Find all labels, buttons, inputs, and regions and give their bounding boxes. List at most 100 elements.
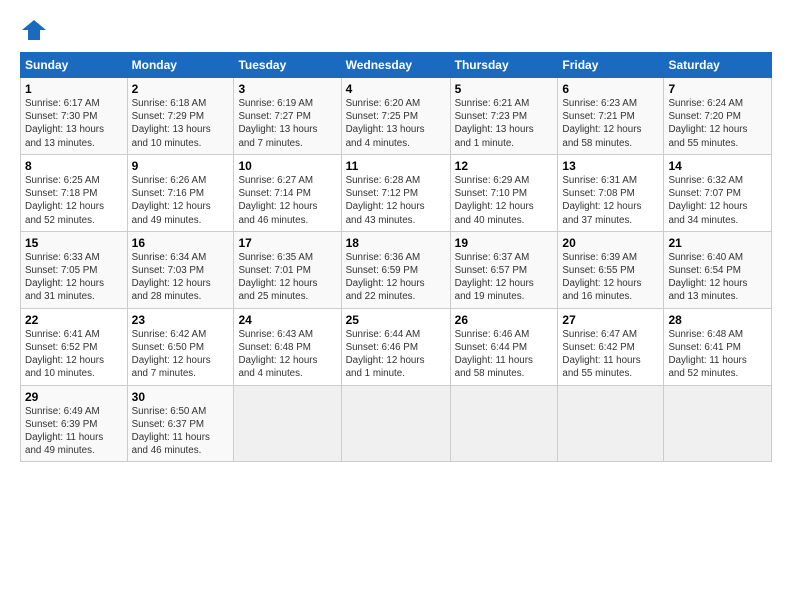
day-number: 30 [132, 390, 230, 404]
calendar-cell: 18Sunrise: 6:36 AM Sunset: 6:59 PM Dayli… [341, 231, 450, 308]
calendar-cell [450, 385, 558, 462]
day-info: Sunrise: 6:23 AM Sunset: 7:21 PM Dayligh… [562, 97, 659, 150]
day-info: Sunrise: 6:41 AM Sunset: 6:52 PM Dayligh… [25, 328, 123, 381]
day-info: Sunrise: 6:29 AM Sunset: 7:10 PM Dayligh… [455, 174, 554, 227]
calendar-cell [234, 385, 341, 462]
day-info: Sunrise: 6:50 AM Sunset: 6:37 PM Dayligh… [132, 405, 230, 458]
day-number: 19 [455, 236, 554, 250]
day-number: 18 [346, 236, 446, 250]
dow-cell: Sunday [21, 53, 128, 78]
calendar-cell: 12Sunrise: 6:29 AM Sunset: 7:10 PM Dayli… [450, 154, 558, 231]
day-number: 21 [668, 236, 767, 250]
day-number: 9 [132, 159, 230, 173]
calendar-cell: 22Sunrise: 6:41 AM Sunset: 6:52 PM Dayli… [21, 308, 128, 385]
day-number: 28 [668, 313, 767, 327]
calendar-cell [341, 385, 450, 462]
calendar-cell: 4Sunrise: 6:20 AM Sunset: 7:25 PM Daylig… [341, 78, 450, 155]
calendar-cell [664, 385, 772, 462]
calendar-week-row: 1Sunrise: 6:17 AM Sunset: 7:30 PM Daylig… [21, 78, 772, 155]
day-number: 2 [132, 82, 230, 96]
day-info: Sunrise: 6:34 AM Sunset: 7:03 PM Dayligh… [132, 251, 230, 304]
day-info: Sunrise: 6:44 AM Sunset: 6:46 PM Dayligh… [346, 328, 446, 381]
calendar-cell: 25Sunrise: 6:44 AM Sunset: 6:46 PM Dayli… [341, 308, 450, 385]
calendar-cell: 30Sunrise: 6:50 AM Sunset: 6:37 PM Dayli… [127, 385, 234, 462]
calendar-cell: 3Sunrise: 6:19 AM Sunset: 7:27 PM Daylig… [234, 78, 341, 155]
calendar-cell: 29Sunrise: 6:49 AM Sunset: 6:39 PM Dayli… [21, 385, 128, 462]
day-info: Sunrise: 6:28 AM Sunset: 7:12 PM Dayligh… [346, 174, 446, 227]
day-number: 27 [562, 313, 659, 327]
day-info: Sunrise: 6:20 AM Sunset: 7:25 PM Dayligh… [346, 97, 446, 150]
calendar-week-row: 8Sunrise: 6:25 AM Sunset: 7:18 PM Daylig… [21, 154, 772, 231]
day-number: 11 [346, 159, 446, 173]
calendar-week-row: 15Sunrise: 6:33 AM Sunset: 7:05 PM Dayli… [21, 231, 772, 308]
day-number: 13 [562, 159, 659, 173]
day-info: Sunrise: 6:24 AM Sunset: 7:20 PM Dayligh… [668, 97, 767, 150]
day-number: 17 [238, 236, 336, 250]
day-number: 16 [132, 236, 230, 250]
header [20, 16, 772, 44]
day-number: 23 [132, 313, 230, 327]
day-info: Sunrise: 6:21 AM Sunset: 7:23 PM Dayligh… [455, 97, 554, 150]
day-info: Sunrise: 6:37 AM Sunset: 6:57 PM Dayligh… [455, 251, 554, 304]
day-number: 15 [25, 236, 123, 250]
dow-cell: Saturday [664, 53, 772, 78]
day-info: Sunrise: 6:36 AM Sunset: 6:59 PM Dayligh… [346, 251, 446, 304]
calendar-cell: 5Sunrise: 6:21 AM Sunset: 7:23 PM Daylig… [450, 78, 558, 155]
calendar-cell [558, 385, 664, 462]
calendar-cell: 26Sunrise: 6:46 AM Sunset: 6:44 PM Dayli… [450, 308, 558, 385]
calendar-cell: 28Sunrise: 6:48 AM Sunset: 6:41 PM Dayli… [664, 308, 772, 385]
day-number: 22 [25, 313, 123, 327]
calendar-cell: 7Sunrise: 6:24 AM Sunset: 7:20 PM Daylig… [664, 78, 772, 155]
calendar-cell: 19Sunrise: 6:37 AM Sunset: 6:57 PM Dayli… [450, 231, 558, 308]
day-info: Sunrise: 6:33 AM Sunset: 7:05 PM Dayligh… [25, 251, 123, 304]
calendar-cell: 17Sunrise: 6:35 AM Sunset: 7:01 PM Dayli… [234, 231, 341, 308]
dow-cell: Tuesday [234, 53, 341, 78]
calendar-cell: 14Sunrise: 6:32 AM Sunset: 7:07 PM Dayli… [664, 154, 772, 231]
day-info: Sunrise: 6:32 AM Sunset: 7:07 PM Dayligh… [668, 174, 767, 227]
calendar-week-row: 29Sunrise: 6:49 AM Sunset: 6:39 PM Dayli… [21, 385, 772, 462]
day-number: 5 [455, 82, 554, 96]
calendar-cell: 6Sunrise: 6:23 AM Sunset: 7:21 PM Daylig… [558, 78, 664, 155]
calendar-body: 1Sunrise: 6:17 AM Sunset: 7:30 PM Daylig… [21, 78, 772, 462]
day-number: 4 [346, 82, 446, 96]
dow-cell: Wednesday [341, 53, 450, 78]
day-info: Sunrise: 6:35 AM Sunset: 7:01 PM Dayligh… [238, 251, 336, 304]
calendar-cell: 2Sunrise: 6:18 AM Sunset: 7:29 PM Daylig… [127, 78, 234, 155]
day-number: 20 [562, 236, 659, 250]
day-info: Sunrise: 6:26 AM Sunset: 7:16 PM Dayligh… [132, 174, 230, 227]
day-info: Sunrise: 6:40 AM Sunset: 6:54 PM Dayligh… [668, 251, 767, 304]
day-info: Sunrise: 6:43 AM Sunset: 6:48 PM Dayligh… [238, 328, 336, 381]
calendar-cell: 23Sunrise: 6:42 AM Sunset: 6:50 PM Dayli… [127, 308, 234, 385]
day-info: Sunrise: 6:42 AM Sunset: 6:50 PM Dayligh… [132, 328, 230, 381]
calendar-cell: 9Sunrise: 6:26 AM Sunset: 7:16 PM Daylig… [127, 154, 234, 231]
day-number: 12 [455, 159, 554, 173]
day-info: Sunrise: 6:31 AM Sunset: 7:08 PM Dayligh… [562, 174, 659, 227]
day-info: Sunrise: 6:48 AM Sunset: 6:41 PM Dayligh… [668, 328, 767, 381]
calendar-cell: 24Sunrise: 6:43 AM Sunset: 6:48 PM Dayli… [234, 308, 341, 385]
day-number: 6 [562, 82, 659, 96]
calendar-cell: 8Sunrise: 6:25 AM Sunset: 7:18 PM Daylig… [21, 154, 128, 231]
calendar-cell: 13Sunrise: 6:31 AM Sunset: 7:08 PM Dayli… [558, 154, 664, 231]
dow-cell: Monday [127, 53, 234, 78]
calendar-cell: 21Sunrise: 6:40 AM Sunset: 6:54 PM Dayli… [664, 231, 772, 308]
day-info: Sunrise: 6:18 AM Sunset: 7:29 PM Dayligh… [132, 97, 230, 150]
calendar-table: SundayMondayTuesdayWednesdayThursdayFrid… [20, 52, 772, 462]
day-info: Sunrise: 6:47 AM Sunset: 6:42 PM Dayligh… [562, 328, 659, 381]
day-number: 24 [238, 313, 336, 327]
calendar-week-row: 22Sunrise: 6:41 AM Sunset: 6:52 PM Dayli… [21, 308, 772, 385]
logo [20, 16, 52, 44]
day-number: 26 [455, 313, 554, 327]
day-number: 8 [25, 159, 123, 173]
logo-icon [20, 16, 48, 44]
day-info: Sunrise: 6:49 AM Sunset: 6:39 PM Dayligh… [25, 405, 123, 458]
calendar-cell: 11Sunrise: 6:28 AM Sunset: 7:12 PM Dayli… [341, 154, 450, 231]
day-info: Sunrise: 6:17 AM Sunset: 7:30 PM Dayligh… [25, 97, 123, 150]
day-number: 3 [238, 82, 336, 96]
day-number: 14 [668, 159, 767, 173]
day-number: 29 [25, 390, 123, 404]
day-number: 1 [25, 82, 123, 96]
calendar-cell: 10Sunrise: 6:27 AM Sunset: 7:14 PM Dayli… [234, 154, 341, 231]
day-number: 25 [346, 313, 446, 327]
day-number: 10 [238, 159, 336, 173]
calendar-cell: 1Sunrise: 6:17 AM Sunset: 7:30 PM Daylig… [21, 78, 128, 155]
